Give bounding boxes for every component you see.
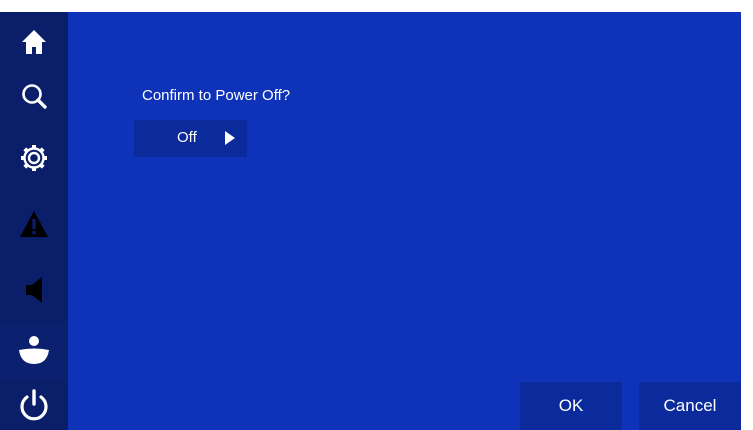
- sidebar-item-power[interactable]: [0, 382, 68, 430]
- power-off-selector[interactable]: Off: [134, 120, 247, 157]
- search-icon: [20, 82, 48, 110]
- selector-value: Off: [177, 129, 197, 146]
- ok-button[interactable]: OK: [520, 382, 622, 430]
- cancel-button[interactable]: Cancel: [639, 382, 741, 430]
- user-icon: [17, 334, 51, 368]
- sidebar-item-user[interactable]: [0, 322, 68, 380]
- sidebar-item-settings[interactable]: [0, 132, 68, 184]
- power-off-prompt: Confirm to Power Off?: [142, 87, 291, 104]
- home-icon: [20, 28, 48, 56]
- warning-icon: [19, 210, 49, 238]
- sidebar-item-audio[interactable]: [0, 264, 68, 316]
- sidebar: [0, 12, 68, 430]
- sidebar-item-home[interactable]: [0, 16, 68, 68]
- power-off-screen: Confirm to Power Off? Off OK Cancel: [0, 12, 741, 430]
- sidebar-item-warning[interactable]: [0, 198, 68, 250]
- power-icon: [18, 389, 50, 423]
- sidebar-item-search[interactable]: [0, 70, 68, 122]
- gear-icon: [19, 143, 49, 173]
- play-arrow-icon: [224, 130, 236, 151]
- main-panel: Confirm to Power Off? Off OK Cancel: [68, 12, 741, 430]
- speaker-icon: [22, 275, 46, 305]
